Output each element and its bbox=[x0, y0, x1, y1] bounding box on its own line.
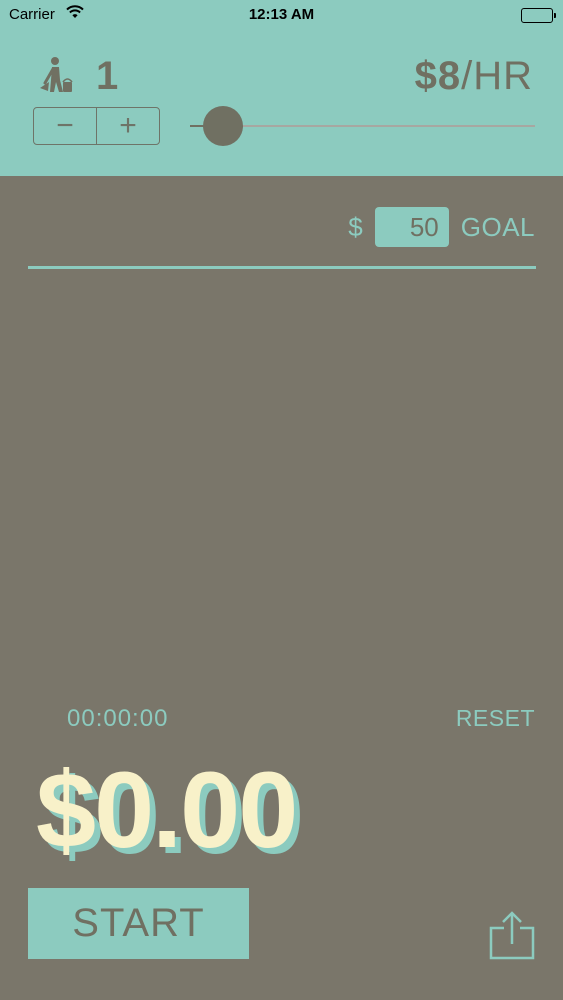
header-panel: 1 $8/HR − + bbox=[0, 32, 563, 176]
goal-row: $ GOAL bbox=[348, 207, 535, 247]
start-button[interactable]: START bbox=[28, 888, 249, 959]
share-icon[interactable] bbox=[487, 910, 537, 962]
goal-input[interactable] bbox=[374, 207, 449, 247]
worker-count: 1 bbox=[96, 54, 119, 98]
rate-unit: /HR bbox=[461, 54, 533, 98]
goal-line bbox=[28, 266, 536, 269]
worker-icon bbox=[36, 54, 76, 101]
slider-track bbox=[230, 125, 535, 127]
worker-stepper[interactable]: − + bbox=[33, 107, 160, 145]
increment-button[interactable]: + bbox=[96, 108, 159, 144]
slider-thumb[interactable] bbox=[203, 106, 243, 146]
goal-currency: $ bbox=[348, 211, 363, 242]
clock: 12:13 AM bbox=[248, 6, 315, 23]
decrement-button[interactable]: − bbox=[34, 108, 96, 144]
goal-label: GOAL bbox=[460, 211, 535, 242]
earnings-total: $0.00 bbox=[36, 749, 298, 870]
battery-icon bbox=[521, 8, 556, 23]
hourly-rate: $8/HR bbox=[415, 52, 533, 100]
status-bar: Carrier 12:13 AM bbox=[0, 0, 563, 32]
reset-button[interactable]: RESET bbox=[456, 705, 535, 732]
elapsed-timer: 00:00:00 bbox=[67, 705, 169, 732]
rate-slider[interactable] bbox=[190, 106, 535, 146]
rate-amount: $8 bbox=[414, 54, 462, 98]
